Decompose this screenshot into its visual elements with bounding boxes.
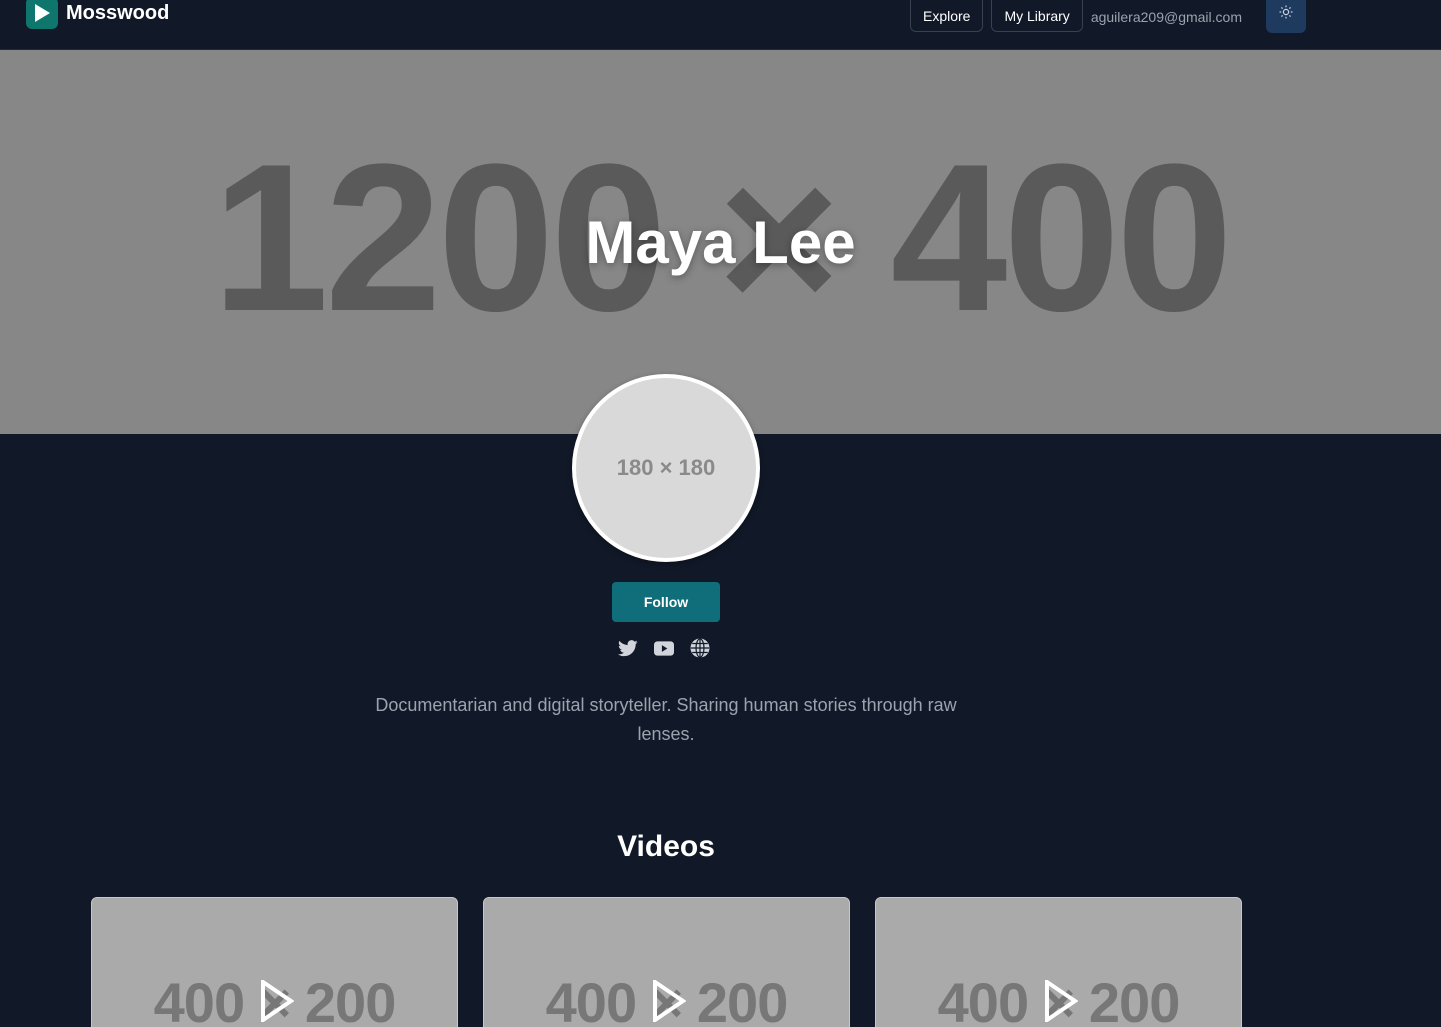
play-icon [260,978,295,1027]
main-nav: Explore My Library aguilera209@gmail.com [909,0,1306,33]
video-card[interactable]: 400 × 200 [875,897,1242,1027]
profile-banner: 1200 × 400 Maya Lee [0,50,1441,434]
play-icon [652,978,687,1027]
follow-button[interactable]: Follow [612,582,720,622]
social-links [618,638,710,658]
avatar: 180 × 180 [572,374,760,562]
play-logo-icon [26,0,58,29]
theme-toggle-button[interactable] [1266,0,1306,33]
brand-name: Mosswood [66,1,170,24]
sun-icon [1279,5,1293,24]
avatar-placeholder-text: 180 × 180 [616,455,716,480]
explore-button[interactable]: Explore [909,0,984,32]
video-card[interactable]: 400 × 200 [483,897,850,1027]
video-card[interactable]: 400 × 200 [91,897,458,1027]
profile-name: Maya Lee [585,209,856,276]
my-library-button[interactable]: My Library [991,0,1083,32]
play-icon [1044,978,1079,1027]
globe-icon[interactable] [690,638,710,658]
youtube-icon[interactable] [654,638,674,658]
top-navigation-bar: Mosswood Explore My Library aguilera209@… [0,0,1441,50]
profile-bio: Documentarian and digital storyteller. S… [375,695,957,744]
videos-heading: Videos [617,830,715,863]
brand-link[interactable]: Mosswood [26,0,169,29]
user-email: aguilera209@gmail.com [1090,8,1242,25]
twitter-icon[interactable] [618,638,638,658]
